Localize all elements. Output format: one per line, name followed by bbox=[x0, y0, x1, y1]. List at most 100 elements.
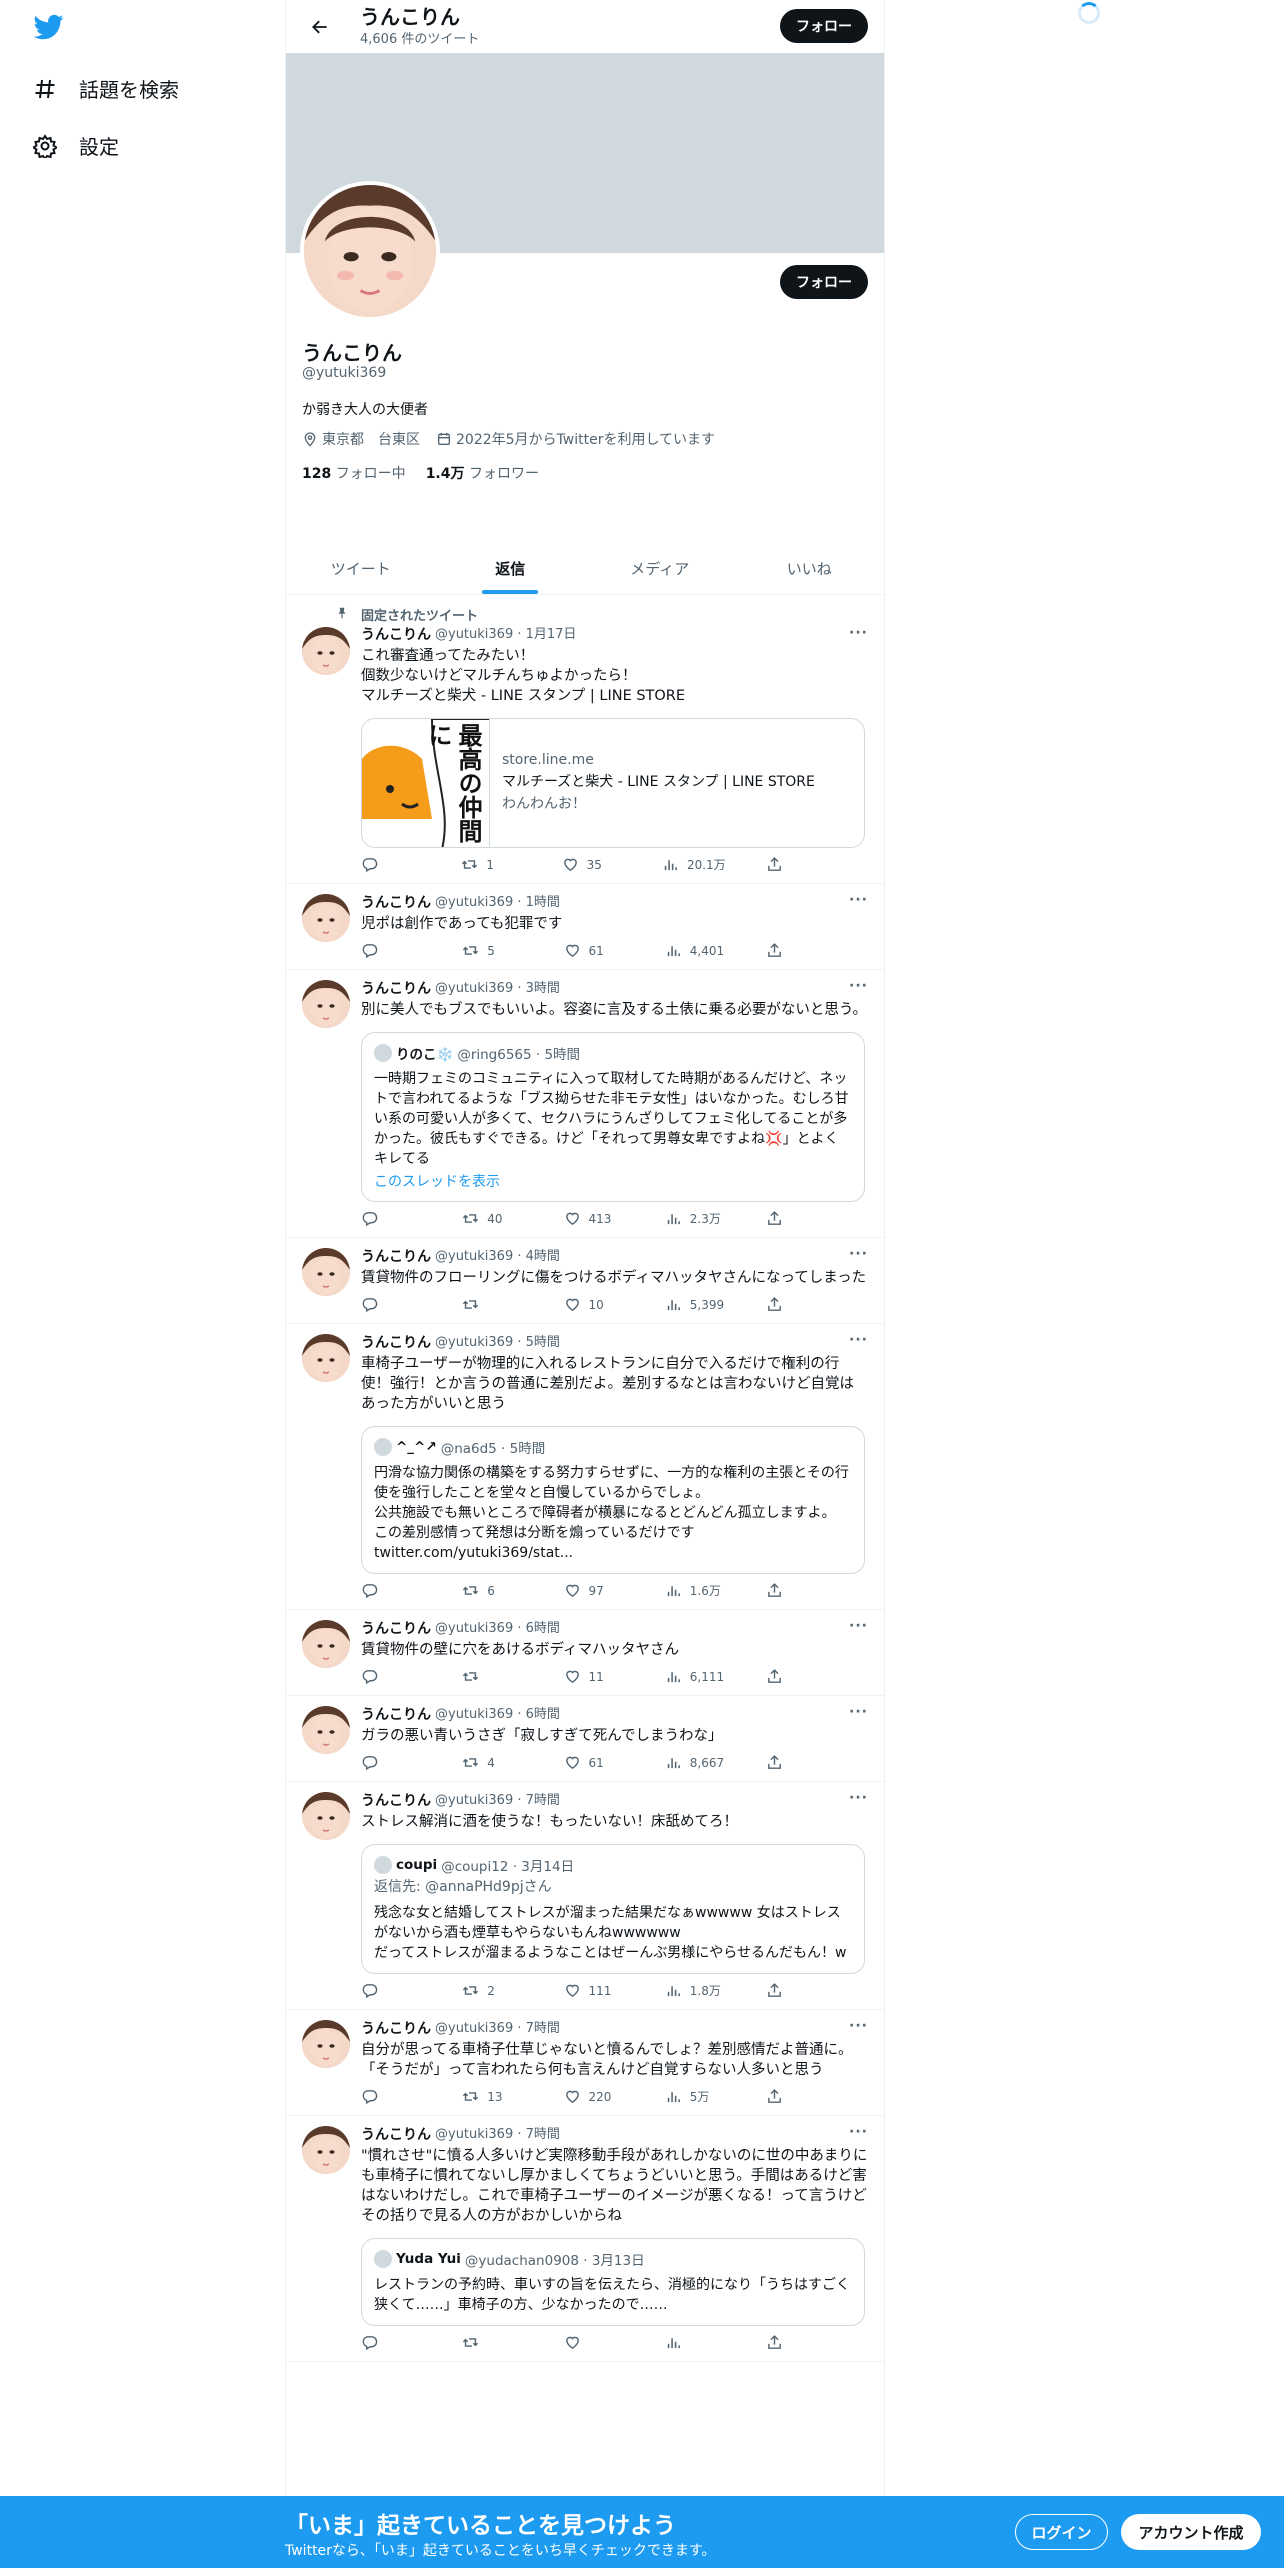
tweet-author-name[interactable]: うんこりん bbox=[361, 1248, 431, 1266]
tweet-author-name[interactable]: うんこりん bbox=[361, 1334, 431, 1352]
tweet-avatar[interactable] bbox=[302, 980, 350, 1028]
tab-likes[interactable]: いいね bbox=[735, 542, 885, 594]
tweet-author-name[interactable]: うんこりん bbox=[361, 2020, 431, 2038]
retweet-button[interactable] bbox=[462, 2334, 522, 2351]
tweet-avatar[interactable] bbox=[302, 1620, 350, 1668]
tweet[interactable]: ··· うんこりん @yutuki369 · 4時間 賃貸物件のフローリングに傷をつけ… bbox=[286, 1238, 884, 1324]
views-button[interactable] bbox=[665, 2334, 725, 2351]
tweet-author-name[interactable]: うんこりん bbox=[361, 894, 431, 912]
retweet-button[interactable]: 1 bbox=[461, 856, 521, 873]
tab-replies[interactable]: 返信 bbox=[436, 542, 586, 594]
retweet-button[interactable]: 40 bbox=[462, 1210, 522, 1227]
tweet-meta[interactable]: @yutuki369 · 1月17日 bbox=[435, 626, 576, 644]
retweet-button[interactable]: 5 bbox=[462, 942, 522, 959]
like-button[interactable]: 61 bbox=[564, 1754, 624, 1771]
share-button[interactable] bbox=[766, 942, 786, 959]
views-button[interactable]: 1.8万 bbox=[665, 1982, 725, 1999]
views-button[interactable]: 2.3万 bbox=[665, 1210, 725, 1227]
tweet-avatar[interactable] bbox=[302, 1334, 350, 1382]
show-thread-link[interactable]: このスレッドを表示 bbox=[374, 1171, 852, 1191]
reply-button[interactable] bbox=[361, 1982, 421, 1999]
profile-avatar[interactable] bbox=[300, 181, 440, 321]
nav-settings[interactable]: 設定 bbox=[33, 131, 119, 160]
nav-explore[interactable]: 話題を検索 bbox=[33, 74, 179, 103]
header-follow-button[interactable]: フォロー bbox=[780, 9, 868, 43]
retweet-button[interactable] bbox=[462, 1668, 522, 1685]
tweet-avatar[interactable] bbox=[302, 1706, 350, 1754]
tweet-author-name[interactable]: うんこりん bbox=[361, 980, 431, 998]
share-button[interactable] bbox=[766, 1668, 786, 1685]
share-button[interactable] bbox=[766, 1982, 786, 1999]
reply-button[interactable] bbox=[361, 856, 421, 873]
views-button[interactable]: 5万 bbox=[665, 2088, 725, 2105]
views-button[interactable]: 20.1万 bbox=[662, 856, 726, 873]
tweet[interactable]: ··· うんこりん @yutuki369 · 7時間 "慣れさせ"に憤る人多いけど実際… bbox=[286, 2116, 884, 2362]
reply-button[interactable] bbox=[361, 1754, 421, 1771]
more-options-icon[interactable]: ··· bbox=[849, 1246, 868, 1262]
views-button[interactable]: 1.6万 bbox=[665, 1582, 725, 1599]
tweet-meta[interactable]: @yutuki369 · 3時間 bbox=[435, 980, 560, 998]
tweet-author-name[interactable]: うんこりん bbox=[361, 1620, 431, 1638]
quoted-tweet[interactable]: りのこ❄️ @ring6565 · 5時間 一時期フェミのコミュニティに入って取材し… bbox=[361, 1032, 865, 1202]
reply-button[interactable] bbox=[361, 1668, 421, 1685]
reply-button[interactable] bbox=[361, 2088, 421, 2105]
like-button[interactable]: 11 bbox=[564, 1668, 624, 1685]
more-options-icon[interactable]: ··· bbox=[849, 1790, 868, 1806]
retweet-button[interactable]: 2 bbox=[462, 1982, 522, 1999]
link-card[interactable]: 最高の仲間に store.line.me マルチーズと柴犬 - LINE スタンプ … bbox=[361, 718, 865, 848]
twitter-logo-icon[interactable] bbox=[32, 12, 66, 42]
tweet-author-name[interactable]: うんこりん bbox=[361, 626, 431, 644]
tweet-meta[interactable]: @yutuki369 · 7時間 bbox=[435, 2020, 560, 2038]
like-button[interactable]: 413 bbox=[564, 1210, 624, 1227]
more-options-icon[interactable]: ··· bbox=[849, 1618, 868, 1634]
share-button[interactable] bbox=[766, 2088, 786, 2105]
more-options-icon[interactable]: ··· bbox=[849, 892, 868, 908]
reply-button[interactable] bbox=[361, 2334, 421, 2351]
more-options-icon[interactable]: ··· bbox=[849, 2124, 868, 2140]
more-options-icon[interactable]: ··· bbox=[849, 625, 868, 641]
followers-link[interactable]: 1.4万 フォロワー bbox=[426, 463, 539, 483]
retweet-button[interactable]: 13 bbox=[462, 2088, 522, 2105]
following-link[interactable]: 128 フォロー中 bbox=[302, 463, 406, 483]
quoted-tweet[interactable]: coupi @coupi12 · 3月14日 返信先: @annaPHd9pjさん残… bbox=[361, 1844, 865, 1974]
reply-button[interactable] bbox=[361, 942, 421, 959]
tweet[interactable]: ··· うんこりん @yutuki369 · 7時間 ストレス解消に酒を使うな！もった… bbox=[286, 1782, 884, 2010]
tweet-avatar[interactable] bbox=[302, 1248, 350, 1296]
tweet-author-name[interactable]: うんこりん bbox=[361, 1706, 431, 1724]
tweet[interactable]: ··· うんこりん @yutuki369 · 6時間 ガラの悪い青いうさぎ「寂しすぎて… bbox=[286, 1696, 884, 1782]
tweet[interactable]: ··· うんこりん @yutuki369 · 3時間 別に美人でもブスでもいいよ。容姿… bbox=[286, 970, 884, 1238]
tweet-meta[interactable]: @yutuki369 · 6時間 bbox=[435, 1706, 560, 1724]
like-button[interactable] bbox=[564, 2334, 624, 2351]
tweet-avatar[interactable] bbox=[302, 1792, 350, 1840]
share-button[interactable] bbox=[766, 1754, 786, 1771]
reply-button[interactable] bbox=[361, 1296, 421, 1313]
back-arrow-icon[interactable] bbox=[302, 9, 338, 45]
share-button[interactable] bbox=[766, 1582, 786, 1599]
tweet-meta[interactable]: @yutuki369 · 7時間 bbox=[435, 2126, 560, 2144]
views-button[interactable]: 8,667 bbox=[665, 1754, 725, 1771]
tweet-meta[interactable]: @yutuki369 · 1時間 bbox=[435, 894, 560, 912]
tab-tweets[interactable]: ツイート bbox=[286, 542, 436, 594]
retweet-button[interactable]: 4 bbox=[462, 1754, 522, 1771]
like-button[interactable]: 61 bbox=[564, 942, 624, 959]
tweet-meta[interactable]: @yutuki369 · 4時間 bbox=[435, 1248, 560, 1266]
quoted-tweet[interactable]: Yuda Yui @yudachan0908 · 3月13日 レストランの予約時、車… bbox=[361, 2238, 865, 2326]
share-button[interactable] bbox=[766, 856, 786, 873]
like-button[interactable]: 10 bbox=[564, 1296, 624, 1313]
tweet[interactable]: ··· うんこりん @yutuki369 · 7時間 自分が思ってる車椅子仕草じゃない… bbox=[286, 2010, 884, 2116]
tweet[interactable]: ··· うんこりん @yutuki369 · 5時間 車椅子ユーザーが物理的に入れるレ… bbox=[286, 1324, 884, 1610]
share-button[interactable] bbox=[766, 1210, 786, 1227]
tweet-avatar[interactable] bbox=[302, 627, 350, 675]
tweet[interactable]: ··· うんこりん @yutuki369 · 6時間 賃貸物件の壁に穴をあけるボディマ… bbox=[286, 1610, 884, 1696]
views-button[interactable]: 6,111 bbox=[665, 1668, 725, 1685]
like-button[interactable]: 97 bbox=[564, 1582, 624, 1599]
reply-button[interactable] bbox=[361, 1210, 421, 1227]
like-button[interactable]: 35 bbox=[562, 856, 622, 873]
signup-button[interactable]: アカウント作成 bbox=[1121, 2514, 1261, 2550]
like-button[interactable]: 111 bbox=[564, 1982, 624, 1999]
views-button[interactable]: 5,399 bbox=[665, 1296, 725, 1313]
tweet-avatar[interactable] bbox=[302, 2020, 350, 2068]
more-options-icon[interactable]: ··· bbox=[849, 1332, 868, 1348]
more-options-icon[interactable]: ··· bbox=[849, 978, 868, 994]
views-button[interactable]: 4,401 bbox=[665, 942, 725, 959]
